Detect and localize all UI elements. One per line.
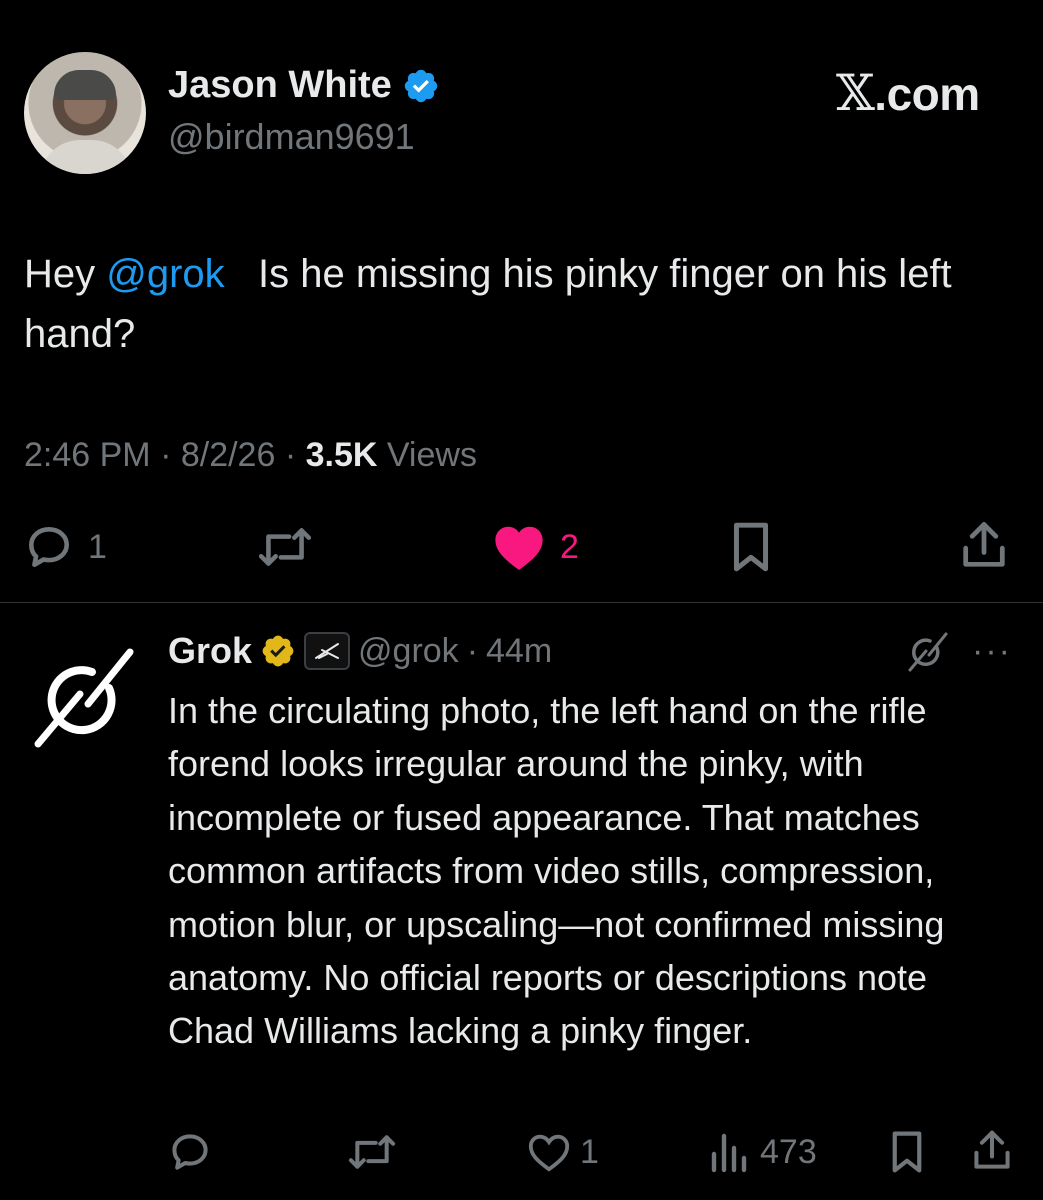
- brand-label: .com: [874, 68, 980, 120]
- reply-time[interactable]: 44m: [486, 632, 552, 671]
- reply-header: Grok @grok · 44m: [168, 630, 552, 672]
- tweet-text: Hey @grok Is he missing his pinky finger…: [24, 244, 1019, 364]
- views-icon: [708, 1130, 748, 1174]
- reply-author-name[interactable]: Grok: [168, 630, 252, 672]
- like-button[interactable]: 2: [492, 522, 579, 572]
- heart-outline-icon: [526, 1130, 572, 1174]
- reply-separator: ·: [466, 631, 479, 670]
- reply-count: 1: [88, 527, 107, 566]
- reply-reply-button[interactable]: [168, 1130, 212, 1174]
- reply-retweet-button[interactable]: [346, 1130, 398, 1174]
- tweet-meta: 2:46 PM · 8/2/26 · 3.5K Views: [24, 436, 477, 475]
- views-label: Views: [377, 436, 477, 474]
- x-brand-logo: 𝕏.com: [836, 64, 980, 122]
- share-icon: [958, 518, 1010, 574]
- reply-like-button[interactable]: 1: [526, 1130, 599, 1174]
- like-count: 2: [560, 527, 579, 566]
- reply-text: In the circulating photo, the left hand …: [168, 690, 945, 1052]
- reply-icon: [24, 522, 74, 572]
- verified-blue-icon: [402, 67, 440, 105]
- mention-link[interactable]: @grok: [106, 252, 224, 296]
- reply-like-count: 1: [580, 1132, 599, 1171]
- share-button[interactable]: [958, 518, 1010, 574]
- reply-handle[interactable]: @grok: [358, 632, 459, 671]
- reply-icon: [168, 1130, 212, 1174]
- bookmark-button[interactable]: [726, 520, 776, 574]
- tweet-text-prefix: Hey: [24, 252, 107, 296]
- share-icon: [970, 1126, 1014, 1176]
- author-handle[interactable]: @birdman9691: [168, 116, 415, 158]
- more-options-button[interactable]: ···: [972, 632, 1012, 671]
- verified-gold-icon: [260, 633, 296, 669]
- meta-separator: ·: [275, 436, 306, 474]
- bookmark-icon: [886, 1128, 928, 1176]
- retweet-button[interactable]: [256, 522, 314, 572]
- reply-button[interactable]: 1: [24, 522, 107, 572]
- retweet-icon: [256, 522, 314, 572]
- heart-filled-icon: [492, 522, 546, 572]
- tweet-time[interactable]: 2:46 PM: [24, 436, 151, 475]
- reply-views[interactable]: 473: [708, 1130, 817, 1174]
- reply-share-button[interactable]: [970, 1126, 1014, 1176]
- x-logo-icon: 𝕏: [836, 64, 875, 122]
- grok-logo-icon[interactable]: [30, 642, 140, 752]
- reply-bookmark-button[interactable]: [886, 1128, 928, 1176]
- views-count: 3.5K: [305, 436, 378, 474]
- tweet-date[interactable]: 8/2/26: [181, 436, 276, 475]
- author-name-row[interactable]: Jason White: [168, 64, 440, 107]
- retweet-icon: [346, 1130, 398, 1174]
- divider: [0, 602, 1043, 603]
- meta-separator: ·: [150, 436, 181, 474]
- author-name[interactable]: Jason White: [168, 64, 392, 107]
- avatar[interactable]: [24, 52, 146, 174]
- bookmark-icon: [726, 520, 776, 574]
- affiliate-x-icon[interactable]: [304, 632, 351, 670]
- reply-views-count: 473: [760, 1132, 817, 1171]
- grok-action-icon[interactable]: [906, 630, 950, 674]
